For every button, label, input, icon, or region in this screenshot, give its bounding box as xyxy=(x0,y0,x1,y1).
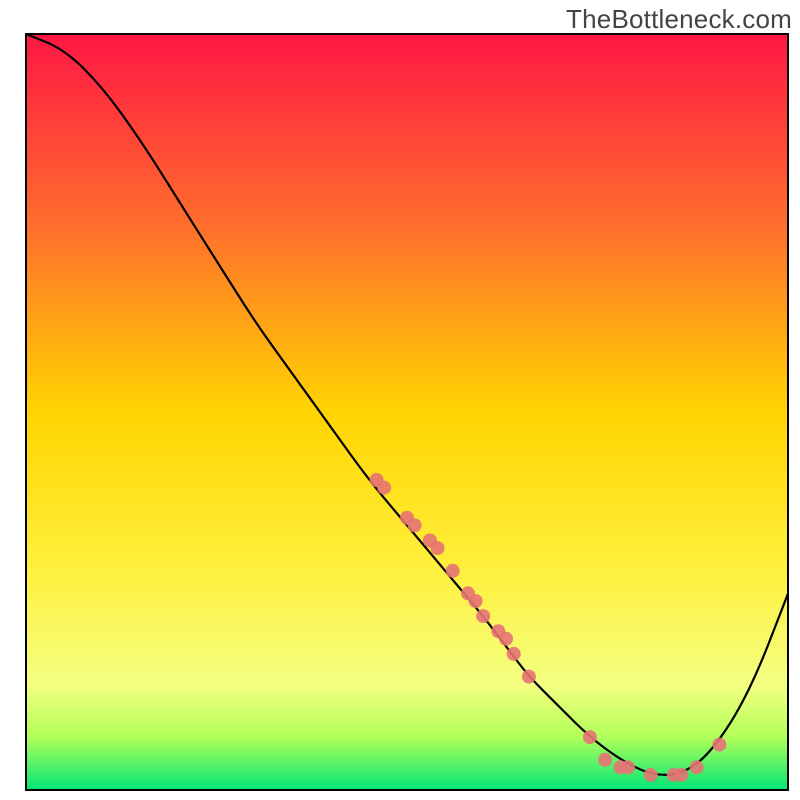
marker-point xyxy=(690,760,704,774)
marker-point xyxy=(712,738,726,752)
marker-point xyxy=(431,541,445,555)
marker-point xyxy=(644,768,658,782)
plot-background xyxy=(26,34,788,790)
marker-point xyxy=(408,518,422,532)
marker-point xyxy=(469,594,483,608)
marker-point xyxy=(377,481,391,495)
marker-point xyxy=(674,768,688,782)
marker-point xyxy=(507,647,521,661)
marker-point xyxy=(499,632,513,646)
marker-point xyxy=(598,753,612,767)
marker-point xyxy=(446,564,460,578)
marker-point xyxy=(476,609,490,623)
chart-container: TheBottleneck.com xyxy=(0,0,800,800)
plot-area xyxy=(26,34,788,790)
watermark-text: TheBottleneck.com xyxy=(566,4,792,35)
chart-svg xyxy=(0,0,800,800)
marker-point xyxy=(621,760,635,774)
marker-point xyxy=(522,670,536,684)
marker-point xyxy=(583,730,597,744)
